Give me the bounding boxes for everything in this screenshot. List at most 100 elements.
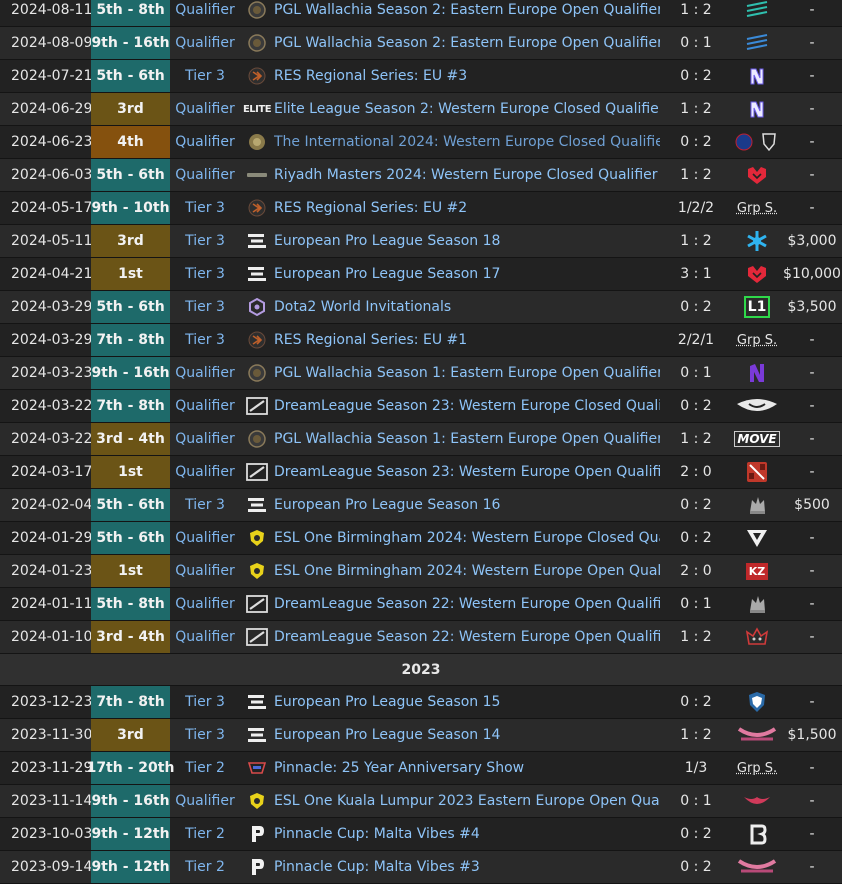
- team-kz-logo-icon[interactable]: KZ: [746, 563, 769, 580]
- team-move-logo-icon[interactable]: MOVE: [734, 431, 779, 447]
- tier-link[interactable]: Qualifier: [170, 464, 240, 480]
- tier-link[interactable]: Tier 3: [170, 200, 240, 216]
- tier-link[interactable]: Tier 3: [170, 332, 240, 348]
- tournament-link[interactable]: ESL One Birmingham 2024: Western Europe …: [274, 563, 660, 579]
- epl-icon[interactable]: [240, 686, 274, 718]
- pinnacle-cup-icon[interactable]: [240, 851, 274, 883]
- tier-link[interactable]: Tier 3: [170, 497, 240, 513]
- tier-link[interactable]: Qualifier: [170, 101, 240, 117]
- tier-link[interactable]: Tier 3: [170, 694, 240, 710]
- tier-link[interactable]: Tier 3: [170, 727, 240, 743]
- pgl-icon[interactable]: [240, 0, 274, 26]
- tier-link[interactable]: Qualifier: [170, 167, 240, 183]
- epl-icon[interactable]: [240, 719, 274, 751]
- tournament-link[interactable]: European Pro League Season 18: [274, 233, 660, 249]
- tournament-link[interactable]: RES Regional Series: EU #1: [274, 332, 660, 348]
- team-wolf-logo-icon[interactable]: [746, 494, 768, 516]
- pgl-icon[interactable]: [240, 423, 274, 455]
- tournament-link[interactable]: PGL Wallachia Season 2: Eastern Europe O…: [274, 2, 660, 18]
- team-shield-logo-icon[interactable]: [747, 691, 767, 713]
- tier-link[interactable]: Qualifier: [170, 365, 240, 381]
- team-power-logo-icon[interactable]: [735, 857, 779, 877]
- tournament-link[interactable]: Pinnacle Cup: Malta Vibes #4: [274, 826, 660, 842]
- team-secret-logo-icon[interactable]: [735, 396, 779, 416]
- group-stage-label[interactable]: Grp S.: [737, 761, 777, 776]
- team-nigma-logo-icon[interactable]: [747, 66, 767, 86]
- elite-league-icon[interactable]: ELITE: [240, 93, 274, 125]
- res-icon[interactable]: [240, 192, 274, 224]
- team-wolf-logo-icon[interactable]: [746, 593, 768, 615]
- team-dota-logo-icon[interactable]: [746, 461, 768, 483]
- tier-link[interactable]: Qualifier: [170, 629, 240, 645]
- res-icon[interactable]: [240, 324, 274, 356]
- tournament-link[interactable]: ESL One Birmingham 2024: Western Europe …: [274, 530, 660, 546]
- tournament-link[interactable]: Elite League Season 2: Western Europe Cl…: [274, 101, 660, 117]
- dreamleague-icon[interactable]: [240, 588, 274, 620]
- pgl-icon[interactable]: [240, 27, 274, 59]
- team-mouz-logo-icon[interactable]: [746, 165, 768, 185]
- tournament-link[interactable]: European Pro League Season 17: [274, 266, 660, 282]
- tournament-link[interactable]: RES Regional Series: EU #3: [274, 68, 660, 84]
- tournament-link[interactable]: ESL One Kuala Lumpur 2023 Eastern Europe…: [274, 793, 660, 809]
- tournament-link[interactable]: DreamLeague Season 22: Western Europe Op…: [274, 629, 660, 645]
- tier-link[interactable]: Qualifier: [170, 563, 240, 579]
- riyadh-masters-icon[interactable]: [240, 159, 274, 191]
- group-stage-label[interactable]: Grp S.: [737, 333, 777, 348]
- tier-link[interactable]: Qualifier: [170, 35, 240, 51]
- tier-link[interactable]: Qualifier: [170, 398, 240, 414]
- tournament-link[interactable]: Riyadh Masters 2024: Western Europe Clos…: [274, 167, 660, 183]
- tournament-link[interactable]: DreamLeague Season 23: Western Europe Op…: [274, 464, 660, 480]
- team-snowflake-logo-icon[interactable]: [746, 230, 768, 252]
- team-mouz-logo-icon[interactable]: [746, 264, 768, 284]
- dota2-world-icon[interactable]: [240, 291, 274, 323]
- esl-one-icon[interactable]: [240, 522, 274, 554]
- tournament-link[interactable]: RES Regional Series: EU #2: [274, 200, 660, 216]
- tournament-link[interactable]: Pinnacle Cup: Malta Vibes #3: [274, 859, 660, 875]
- tournament-link[interactable]: European Pro League Season 16: [274, 497, 660, 513]
- epl-icon[interactable]: [240, 489, 274, 521]
- tournament-link[interactable]: European Pro League Season 14: [274, 727, 660, 743]
- team-l1-logo-icon[interactable]: L1: [744, 296, 771, 318]
- tournament-link[interactable]: Dota2 World Invitationals: [274, 299, 660, 315]
- team-n-purple-logo-icon[interactable]: [747, 362, 767, 384]
- tournament-link[interactable]: Pinnacle: 25 Year Anniversary Show: [274, 760, 660, 776]
- team-power-logo-icon[interactable]: [735, 725, 779, 745]
- team-psg-duo-logo-icon[interactable]: [735, 132, 779, 152]
- tier-link[interactable]: Tier 3: [170, 299, 240, 315]
- tier-link[interactable]: Qualifier: [170, 2, 240, 18]
- pgl-icon[interactable]: [240, 357, 274, 389]
- pinnacle-cup-icon[interactable]: [240, 818, 274, 850]
- team-b8-logo-icon[interactable]: [747, 823, 767, 845]
- tournament-link[interactable]: The International 2024: Western Europe C…: [274, 134, 660, 150]
- tier-link[interactable]: Tier 2: [170, 760, 240, 776]
- esl-one-icon[interactable]: [240, 555, 274, 587]
- tournament-link[interactable]: PGL Wallachia Season 1: Eastern Europe O…: [274, 365, 660, 381]
- the-international-icon[interactable]: [240, 126, 274, 158]
- dreamleague-icon[interactable]: [240, 621, 274, 653]
- dreamleague-icon[interactable]: [240, 456, 274, 488]
- team-wave-logo-icon[interactable]: [743, 0, 771, 20]
- esl-one-icon[interactable]: [240, 785, 274, 817]
- tier-link[interactable]: Qualifier: [170, 596, 240, 612]
- tier-link[interactable]: Tier 2: [170, 859, 240, 875]
- tier-link[interactable]: Qualifier: [170, 793, 240, 809]
- team-wave-blue-logo-icon[interactable]: [743, 33, 771, 53]
- tier-link[interactable]: Tier 2: [170, 826, 240, 842]
- team-tundra-logo-icon[interactable]: [745, 527, 769, 549]
- team-skull-logo-icon[interactable]: [744, 626, 770, 648]
- res-icon[interactable]: [240, 60, 274, 92]
- tournament-link[interactable]: DreamLeague Season 23: Western Europe Cl…: [274, 398, 660, 414]
- tier-link[interactable]: Tier 3: [170, 68, 240, 84]
- dreamleague-icon[interactable]: [240, 390, 274, 422]
- tournament-link[interactable]: DreamLeague Season 22: Western Europe Op…: [274, 596, 660, 612]
- team-red-wing-logo-icon[interactable]: [742, 791, 772, 811]
- epl-icon[interactable]: [240, 258, 274, 290]
- pinnacle-icon[interactable]: [240, 752, 274, 784]
- tournament-link[interactable]: PGL Wallachia Season 2: Eastern Europe O…: [274, 35, 660, 51]
- team-nigma-logo-icon[interactable]: [747, 99, 767, 119]
- tournament-link[interactable]: European Pro League Season 15: [274, 694, 660, 710]
- group-stage-label[interactable]: Grp S.: [737, 201, 777, 216]
- tier-link[interactable]: Qualifier: [170, 134, 240, 150]
- tier-link[interactable]: Qualifier: [170, 530, 240, 546]
- tier-link[interactable]: Qualifier: [170, 431, 240, 447]
